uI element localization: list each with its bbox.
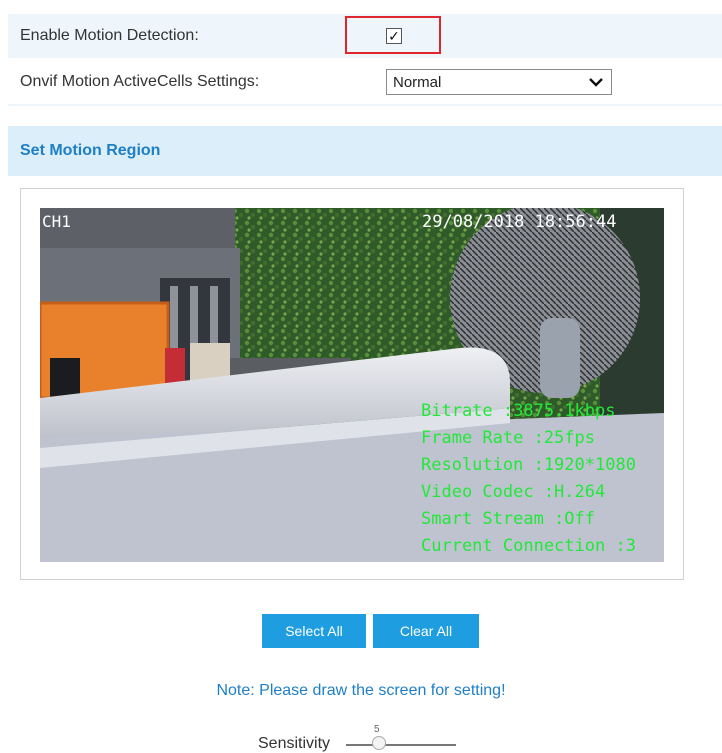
sensitivity-slider-track[interactable] <box>346 744 456 746</box>
section-title: Set Motion Region <box>20 142 161 159</box>
osd-line-connection: Current Connection :3 <box>421 536 636 556</box>
clear-all-button[interactable]: Clear All <box>373 614 479 648</box>
motion-region-canvas[interactable]: CH1 29/08/2018 18:56:44 Bitrate :3875.1k… <box>40 208 664 562</box>
timestamp-overlay: 29/08/2018 18:56:44 <box>422 212 617 232</box>
onvif-row: Onvif Motion ActiveCells Settings: Norma… <box>8 60 722 104</box>
osd-line-video-codec: Video Codec :H.264 <box>421 482 606 502</box>
select-all-button[interactable]: Select All <box>262 614 366 648</box>
enable-motion-detection-checkbox[interactable]: ✓ <box>386 28 402 44</box>
osd-line-bitrate: Bitrate :3875.1kbps <box>421 401 616 421</box>
sensitivity-label: Sensitivity <box>258 735 331 752</box>
onvif-selected-value: Normal <box>393 73 442 91</box>
osd-line-resolution: Resolution :1920*1080 <box>421 455 636 475</box>
motion-detection-row: Enable Motion Detection: ✓ <box>8 14 722 58</box>
motion-detection-label: Enable Motion Detection: <box>20 27 199 44</box>
row-divider <box>8 104 722 106</box>
motion-region-header: Set Motion Region <box>8 126 722 176</box>
channel-label: CH1 <box>42 212 71 231</box>
onvif-label: Onvif Motion ActiveCells Settings: <box>20 73 260 90</box>
chevron-down-icon <box>589 78 603 87</box>
osd-line-smart-stream: Smart Stream :Off <box>421 509 595 529</box>
draw-note: Note: Please draw the screen for setting… <box>216 682 506 699</box>
osd-line-frame-rate: Frame Rate :25fps <box>421 428 595 448</box>
sensitivity-value: 5 <box>374 724 380 735</box>
onvif-activecells-select[interactable]: Normal <box>386 69 612 95</box>
osd-stats: Bitrate :3875.1kbps Frame Rate :25fps Re… <box>421 398 636 560</box>
check-icon: ✓ <box>388 28 400 44</box>
sensitivity-slider-handle[interactable] <box>372 736 386 750</box>
